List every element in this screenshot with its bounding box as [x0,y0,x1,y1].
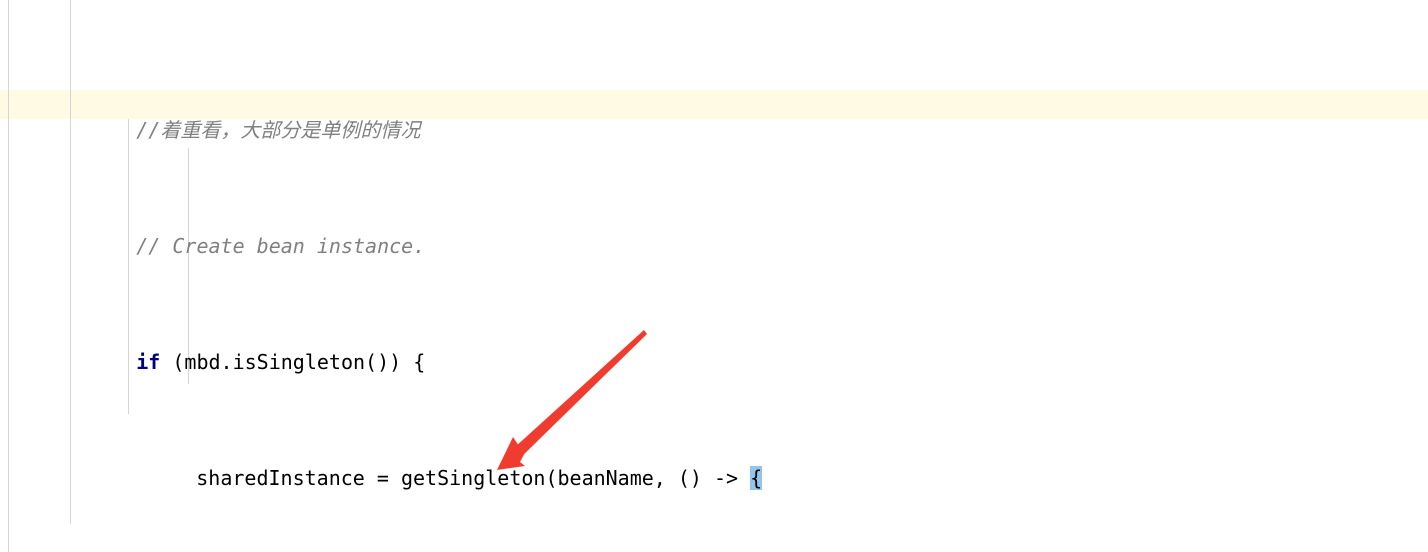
if-condition: (mbd.isSingleton()) { [160,350,426,374]
code-line[interactable]: // Create bean instance. [0,203,1428,258]
code-line-current[interactable]: sharedInstance = getSingleton(beanName, … [0,435,1428,490]
code-line[interactable]: //着重看，大部分是单例的情况 [0,87,1428,142]
comment-token: // Create bean instance. [136,234,426,258]
code-content[interactable]: //着重看，大部分是单例的情况 // Create bean instance.… [0,0,1428,552]
keyword-if: if [136,350,161,374]
code-editor[interactable]: //着重看，大部分是单例的情况 // Create bean instance.… [0,0,1428,552]
brace-match-open: { [750,466,763,490]
assignment-get-singleton: sharedInstance = getSingleton(beanName, … [196,466,751,490]
code-line[interactable]: if (mbd.isSingleton()) { [0,319,1428,374]
comment-token: //着重看，大部分是单例的情况 [136,118,421,142]
